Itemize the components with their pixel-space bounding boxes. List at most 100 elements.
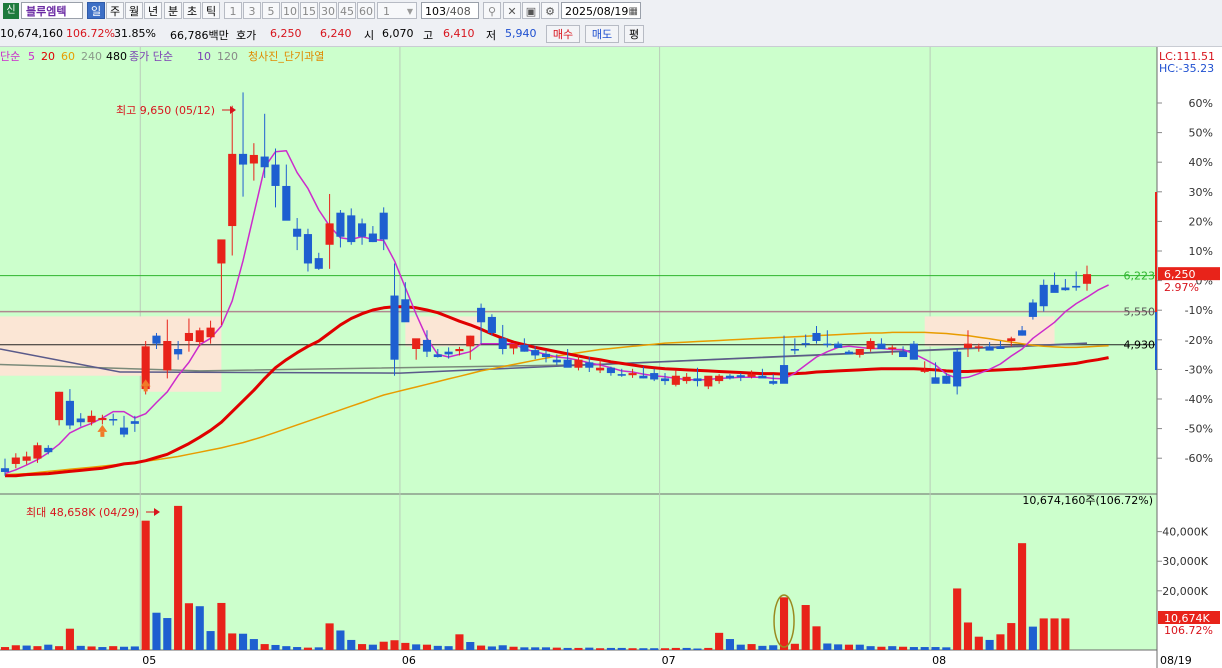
crosshair-icon[interactable]: ✕ [503, 2, 521, 19]
volume-bar [390, 640, 399, 650]
volume-bar [866, 646, 875, 650]
binoculars-icon[interactable]: ⚲ [483, 2, 501, 19]
volume-bar [152, 612, 161, 650]
quote-bar: 10,674,160 106.72% 31.85% 66,786백만 호가 6,… [0, 22, 1222, 47]
candle-body [541, 353, 551, 358]
tab-period-week[interactable]: 주 [106, 2, 124, 19]
volume-bar [682, 647, 691, 650]
price-high-annotation: 최고 9,650 (05/12) [116, 104, 215, 117]
gear-icon[interactable]: ⚙ [541, 2, 559, 19]
tab-period-month[interactable]: 월 [125, 2, 143, 19]
tab-period-day[interactable]: 일 [87, 2, 105, 19]
count-field[interactable]: 103/408 [421, 2, 479, 19]
interval-60[interactable]: 60 [357, 2, 375, 19]
price-volume-chart[interactable]: 05 06 07 08 08/19 6,223 5,550 4,930 60% 50% 40% 30%… [0, 47, 1222, 668]
interval-15[interactable]: 15 [300, 2, 318, 19]
pct-axis-label: -60% [1185, 452, 1213, 465]
candle-body [596, 367, 605, 371]
candle-body [433, 354, 442, 358]
interval-3[interactable]: 3 [243, 2, 261, 19]
volume-bar [877, 646, 886, 650]
interval-select[interactable]: 1 ▼ [377, 2, 417, 19]
candle-body [920, 370, 929, 372]
low-price: 5,940 [505, 27, 537, 40]
candle-body [769, 381, 778, 384]
candle-body [942, 375, 951, 384]
calendar-icon[interactable]: ▦ [629, 3, 638, 20]
candle-body [293, 228, 302, 237]
volume-bar [531, 647, 540, 650]
candle-body [466, 335, 475, 347]
volume-bar [942, 647, 951, 650]
candle-body [98, 417, 107, 421]
market-badge: 신 [3, 3, 19, 19]
tab-period-minute[interactable]: 분 [164, 2, 182, 19]
volume-bar [336, 630, 345, 650]
buy-button[interactable]: 매수 [546, 25, 580, 43]
candle-body [758, 375, 767, 379]
count-total: /408 [446, 5, 471, 18]
volume-bar [639, 648, 648, 650]
candle-body [249, 154, 258, 164]
candle-body [390, 295, 399, 360]
interval-1[interactable]: 1 [224, 2, 242, 19]
eval-button[interactable]: 평 [624, 25, 644, 43]
volume-bar [779, 597, 789, 650]
candle-body [671, 375, 680, 385]
candle-body [790, 349, 799, 351]
tab-period-tick[interactable]: 틱 [202, 2, 220, 19]
buy-signal-arrow-icon [143, 386, 148, 392]
volume-bar [520, 647, 529, 650]
candle-body [412, 338, 421, 350]
volume-bar [228, 633, 237, 650]
candle-body [834, 343, 843, 348]
candle-body [866, 340, 875, 350]
candle-body [909, 343, 918, 360]
volume-bar [585, 647, 594, 650]
candle-body [985, 346, 994, 351]
tab-period-second[interactable]: 초 [183, 2, 201, 19]
volume-bar [65, 628, 74, 650]
interval-5[interactable]: 5 [262, 2, 280, 19]
volume-bar [974, 636, 983, 650]
candle-body [55, 391, 64, 421]
candle-body [477, 307, 486, 323]
sell-button[interactable]: 매도 [585, 25, 619, 43]
candle-body [401, 299, 410, 323]
price-axis-label: 4,930 [1124, 339, 1156, 352]
volume-bar [715, 632, 724, 650]
interval-30[interactable]: 30 [319, 2, 337, 19]
date-field[interactable]: 2025/08/19 ▦ [561, 2, 641, 19]
volume-bar [985, 639, 994, 650]
candle-body [888, 347, 897, 350]
candle-body [704, 375, 713, 387]
candle-body [877, 343, 886, 350]
toolbar: 신 블루엠텍 일 주 월 년 분 초 틱 1 3 5 10 15 30 45 6… [0, 0, 1222, 23]
volume-bar [33, 646, 42, 650]
volume-axis-label: 20,000K [1162, 585, 1208, 598]
candle-body [552, 359, 561, 363]
x-tick-label: 06 [402, 654, 416, 667]
candle-body [358, 223, 367, 237]
volume-bar [953, 588, 962, 650]
candle-body [0, 468, 10, 472]
interval-45[interactable]: 45 [338, 2, 356, 19]
candle-body [11, 457, 20, 464]
save-icon[interactable]: ▣ [522, 2, 540, 19]
candle-body [585, 362, 594, 368]
volume-bar [996, 634, 1005, 650]
chart-area[interactable]: 05 06 07 08 08/19 6,223 5,550 4,930 60% 50% 40% 30%… [0, 47, 1222, 668]
interval-10[interactable]: 10 [281, 2, 299, 19]
volume-bar [401, 642, 410, 650]
volume-bar [87, 646, 96, 650]
volume-bar [195, 606, 204, 650]
volume-bar [444, 646, 453, 650]
candle-body [1007, 338, 1016, 341]
volume-bar [422, 644, 432, 650]
candle-body [779, 365, 789, 384]
volume-bar [628, 648, 637, 650]
candle-body [855, 349, 864, 355]
candle-body [347, 215, 356, 243]
stock-name-field[interactable]: 블루엠텍 [21, 2, 83, 19]
tab-period-year[interactable]: 년 [144, 2, 162, 19]
